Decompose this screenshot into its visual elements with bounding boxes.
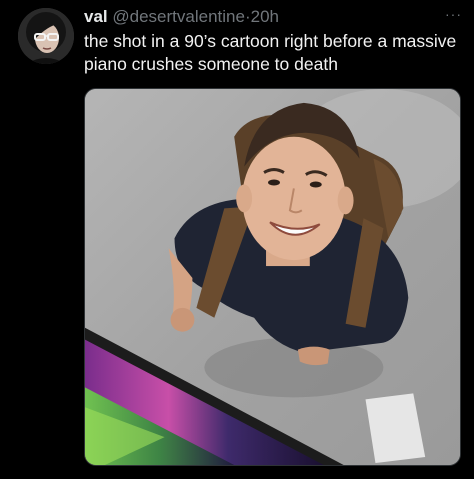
- timestamp[interactable]: 20h: [251, 7, 279, 26]
- display-name[interactable]: val: [84, 7, 108, 26]
- tweet-media-photo[interactable]: [84, 88, 461, 466]
- avatar[interactable]: [18, 8, 74, 64]
- user-handle[interactable]: @desertvalentine: [112, 7, 245, 26]
- tweet-text: the shot in a 90’s cartoon right before …: [84, 31, 457, 74]
- photo-image: [85, 89, 460, 465]
- avatar-image: [18, 8, 74, 64]
- bottom-divider: [0, 469, 474, 479]
- ellipsis-icon[interactable]: ···: [438, 7, 462, 21]
- tweet[interactable]: val @desertvalentine·20h ··· the shot in…: [0, 0, 474, 479]
- tweet-header: val @desertvalentine·20h: [84, 6, 462, 28]
